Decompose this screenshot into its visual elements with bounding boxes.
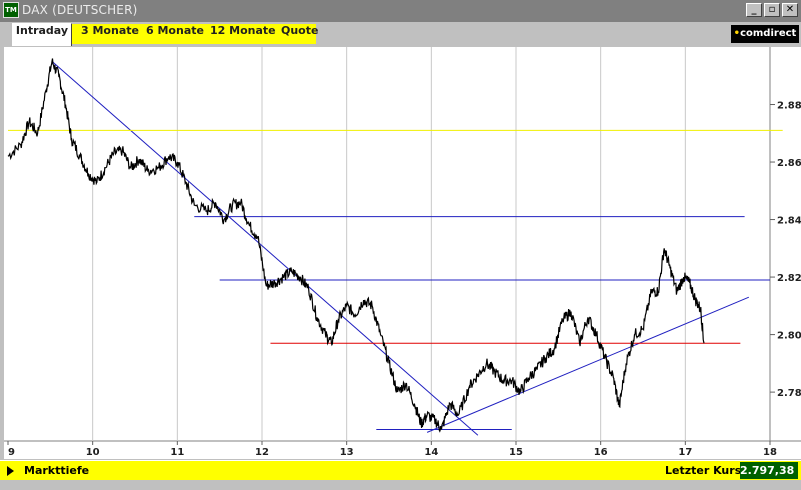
bottom-strip <box>0 480 801 490</box>
markttiefe-link[interactable]: Markttiefe <box>24 464 89 477</box>
maximize-button[interactable]: ▫ <box>764 3 780 17</box>
tab-6-monate[interactable]: 6 Monate <box>146 24 204 44</box>
x-tick-label: 14 <box>424 447 438 458</box>
window-title: DAX (DEUTSCHER) <box>22 3 138 17</box>
minimize-button[interactable]: _ <box>746 3 762 17</box>
x-tick-label: 12 <box>255 447 269 458</box>
window-titlebar: TM DAX (DEUTSCHER) _ ▫ ✕ <box>0 0 801 22</box>
last-price-label: Letzter Kurs <box>665 464 742 477</box>
x-tick-label: 10 <box>86 447 100 458</box>
x-tick-label: 18 <box>763 447 777 458</box>
x-tick-label: 11 <box>170 447 184 458</box>
y-tick-label: 2.860 <box>777 158 801 169</box>
y-tick-label: 2.780 <box>777 388 801 399</box>
triangle-arrow-icon <box>7 466 14 476</box>
tab-intraday[interactable]: Intraday <box>12 23 72 46</box>
x-tick-label: 17 <box>678 447 692 458</box>
y-tick-label: 2.840 <box>777 216 801 227</box>
close-button[interactable]: ✕ <box>782 3 798 17</box>
dax-intraday-chart: 9 10 11 12 13 14 15 16 17 18 2.780 2.800 2.820 2.840 2… <box>4 47 801 459</box>
y-tick-label: 2.820 <box>777 273 801 284</box>
x-tick-label: 16 <box>594 447 608 458</box>
y-tick-label: 2.880 <box>777 101 801 112</box>
chart-area: 9 10 11 12 13 14 15 16 17 18 2.780 2.800 2.820 2.840 2… <box>4 47 801 459</box>
last-price-value: 2.797,38 <box>740 462 798 479</box>
tab-bar: Intraday 3 Monate 6 Monate 12 Monate Quo… <box>0 22 801 46</box>
comdirect-logo: •comdirect <box>731 25 799 43</box>
y-tick-label: 2.800 <box>777 331 801 342</box>
logo-text: comdirect <box>740 28 797 39</box>
tab-12-monate[interactable]: 12 Monate <box>210 24 276 44</box>
app-icon: TM <box>3 2 19 18</box>
x-tick-label: 15 <box>509 447 523 458</box>
x-tick-label: 9 <box>8 447 15 458</box>
plot-background <box>4 47 801 459</box>
x-tick-label: 13 <box>340 447 354 458</box>
tab-3-monate[interactable]: 3 Monate <box>81 24 139 44</box>
status-bar: Markttiefe Letzter Kurs 2.797,38 <box>0 460 801 480</box>
tab-quote[interactable]: Quote <box>281 24 318 44</box>
